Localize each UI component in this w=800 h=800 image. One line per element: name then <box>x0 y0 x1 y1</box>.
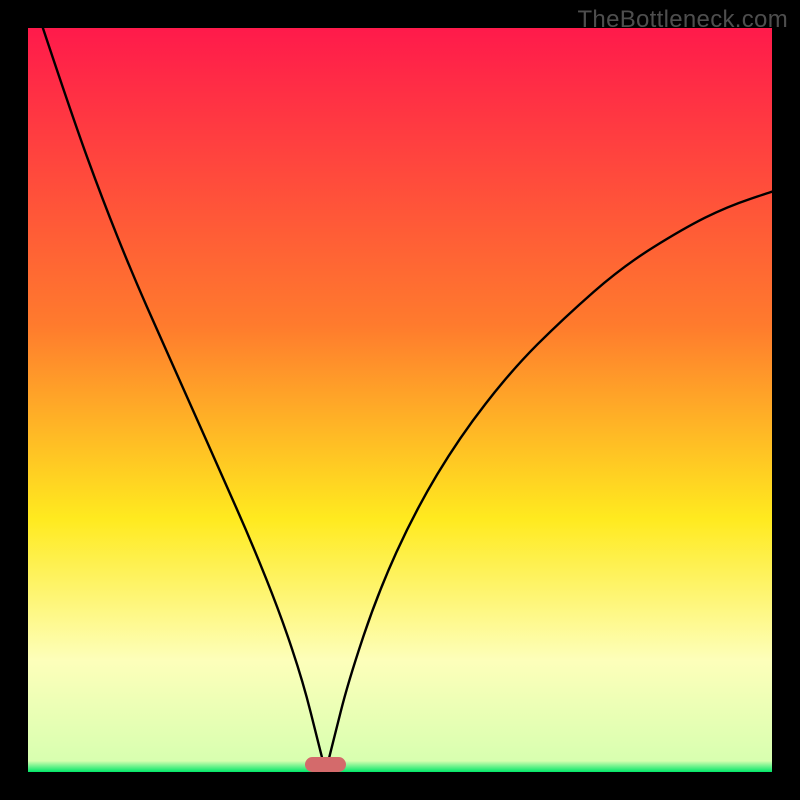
plot-area <box>28 28 772 772</box>
minimum-marker <box>305 757 346 772</box>
bottleneck-curve <box>28 28 772 772</box>
chart-frame: TheBottleneck.com <box>0 0 800 800</box>
watermark-text: TheBottleneck.com <box>577 6 788 34</box>
